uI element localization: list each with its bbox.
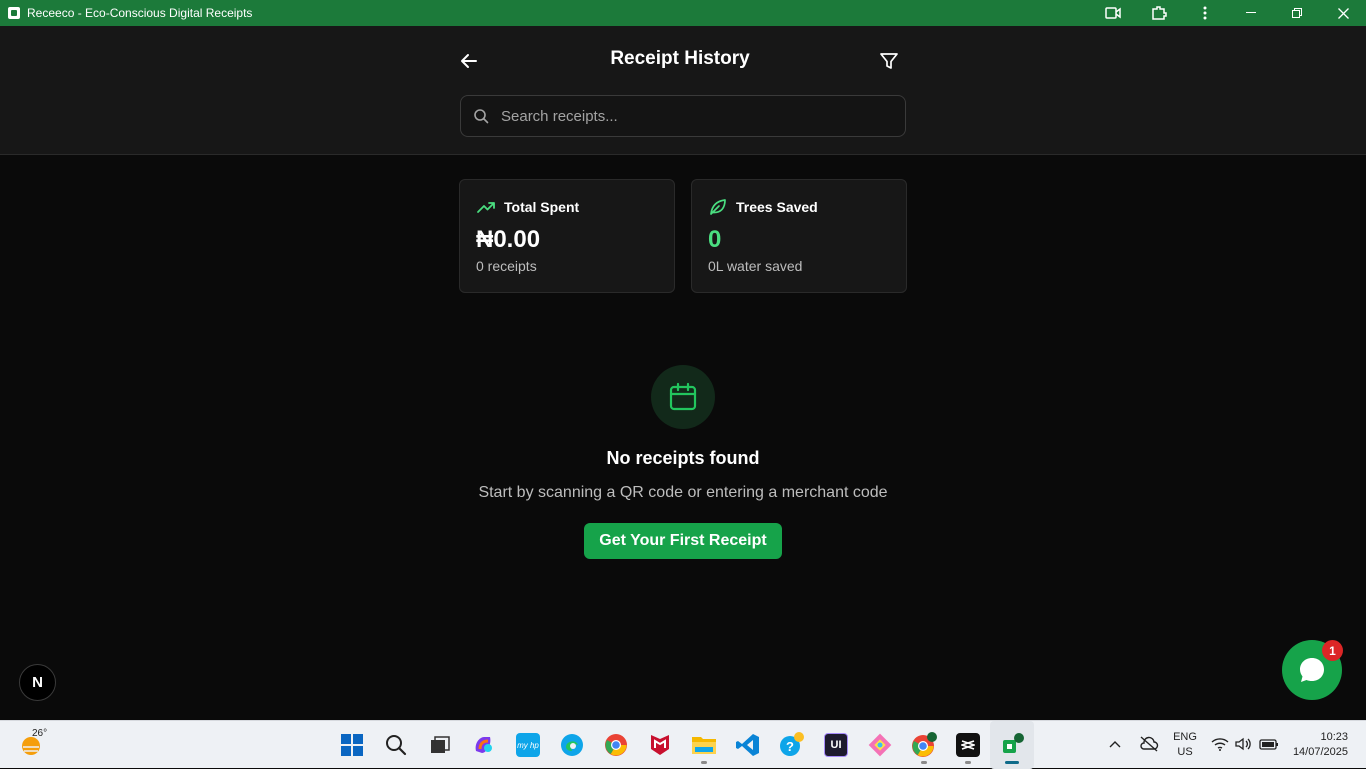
arrow-left-icon <box>461 54 477 68</box>
search-bar[interactable] <box>460 95 906 137</box>
receipt-count: 0 receipts <box>476 258 537 274</box>
chrome-profile-icon[interactable] <box>902 721 946 769</box>
myhp-icon[interactable]: my hp <box>506 721 550 769</box>
leaf-icon <box>710 199 726 215</box>
volume-icon[interactable] <box>1235 737 1253 754</box>
filter-icon <box>880 53 898 69</box>
receeco-app-icon[interactable] <box>990 721 1034 769</box>
capcut-icon[interactable] <box>946 721 990 769</box>
total-spent-value: ₦0.00 <box>476 226 541 253</box>
region-code: US <box>1177 746 1193 758</box>
app-icon <box>8 7 20 19</box>
empty-state-description: Start by scanning a QR code or entering … <box>478 484 888 501</box>
clock-date: 14/07/2025 <box>1292 746 1348 758</box>
get-first-receipt-button[interactable]: Get Your First Receipt <box>584 523 782 559</box>
search-input[interactable] <box>501 107 881 125</box>
total-spent-label: Total Spent <box>504 199 580 215</box>
page-title: Receipt History <box>610 48 750 69</box>
wifi-icon[interactable] <box>1211 737 1229 754</box>
chevron-up-icon[interactable] <box>1109 739 1121 751</box>
chat-unread-badge: 1 <box>1322 640 1343 661</box>
calendar-icon <box>669 382 697 411</box>
trees-saved-card: Trees Saved 0 0L water saved <box>691 179 907 293</box>
battery-icon[interactable] <box>1259 738 1279 753</box>
copilot-icon[interactable] <box>462 721 506 769</box>
file-explorer-icon[interactable] <box>682 721 726 769</box>
water-saved: 0L water saved <box>708 258 803 274</box>
svg-text:?: ? <box>786 739 794 754</box>
windows-start-icon[interactable] <box>330 721 374 769</box>
cloud-offline-icon[interactable] <box>1139 735 1159 755</box>
help-icon[interactable]: ? <box>770 721 814 769</box>
windows-taskbar: 26° my hp ? UI ENG US 10:23 14/07/2025 <box>0 720 1366 769</box>
window-title: Receeco - Eco-Conscious Digital Receipts <box>27 6 253 20</box>
language-code: ENG <box>1173 731 1197 743</box>
camera-icon[interactable] <box>1090 0 1136 26</box>
restore-button[interactable] <box>1274 0 1320 26</box>
app-header: Receipt History <box>0 26 1366 155</box>
minimize-button[interactable] <box>1228 0 1274 26</box>
empty-state-title: No receipts found <box>606 448 760 468</box>
search-icon <box>474 109 489 124</box>
nextjs-dev-badge[interactable]: N <box>19 664 56 701</box>
filter-button[interactable] <box>877 49 901 73</box>
more-options-icon[interactable] <box>1182 0 1228 26</box>
trees-saved-label: Trees Saved <box>736 199 818 215</box>
trees-saved-value: 0 <box>708 226 722 253</box>
back-button[interactable] <box>458 50 480 72</box>
close-button[interactable] <box>1320 0 1366 26</box>
weather-temperature: 26° <box>32 728 48 739</box>
search-taskbar-icon[interactable] <box>374 721 418 769</box>
task-view-icon[interactable] <box>418 721 462 769</box>
total-spent-card: Total Spent ₦0.00 0 receipts <box>459 179 675 293</box>
mcafee-icon[interactable] <box>638 721 682 769</box>
extension-icon[interactable] <box>1136 0 1182 26</box>
edge-icon[interactable] <box>550 721 594 769</box>
chrome-icon[interactable] <box>594 721 638 769</box>
vscode-icon[interactable] <box>726 721 770 769</box>
chat-bubble-icon <box>1300 658 1324 682</box>
system-clock[interactable]: 10:23 14/07/2025 <box>1293 730 1348 760</box>
uipath-icon[interactable]: UI <box>814 721 858 769</box>
git-icon[interactable] <box>858 721 902 769</box>
window-titlebar: Receeco - Eco-Conscious Digital Receipts <box>0 0 1366 26</box>
trending-up-icon <box>477 202 495 213</box>
language-indicator[interactable]: ENG US <box>1173 730 1197 760</box>
empty-state-badge <box>651 365 715 429</box>
clock-time: 10:23 <box>1320 731 1348 743</box>
